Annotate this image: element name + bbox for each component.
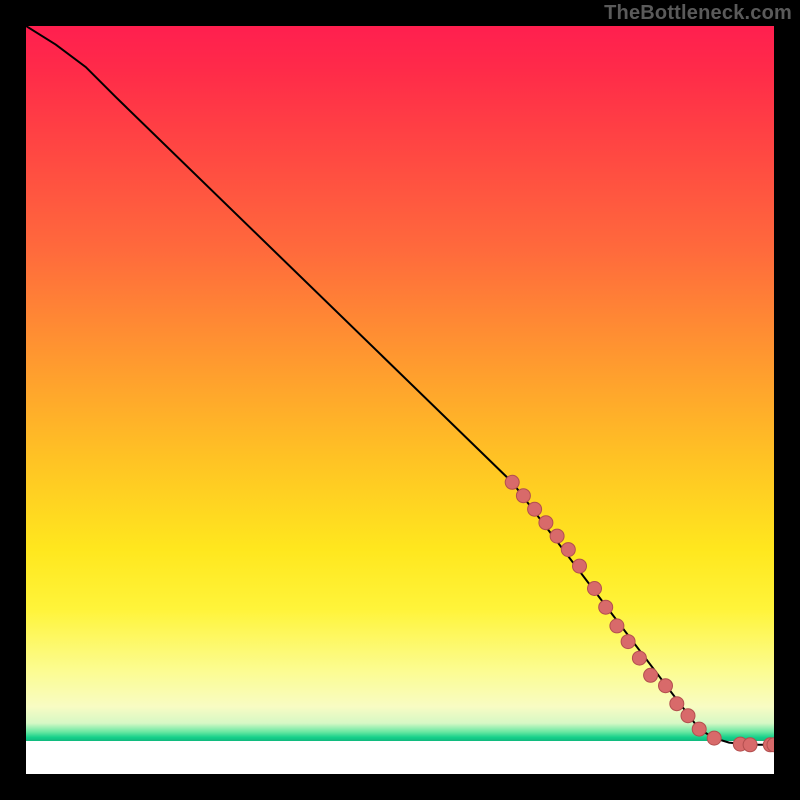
data-marker	[550, 529, 564, 543]
marker-group	[505, 475, 774, 752]
chart-frame: TheBottleneck.com	[0, 0, 800, 800]
data-marker	[516, 489, 530, 503]
data-marker	[588, 582, 602, 596]
data-marker	[505, 475, 519, 489]
data-marker	[659, 679, 673, 693]
data-marker	[644, 668, 658, 682]
data-marker	[681, 709, 695, 723]
data-marker	[528, 502, 542, 516]
watermark-text: TheBottleneck.com	[604, 2, 792, 25]
bottleneck-curve	[26, 26, 774, 745]
data-marker	[610, 619, 624, 633]
data-marker	[632, 651, 646, 665]
plot-area	[26, 26, 774, 774]
data-marker	[539, 516, 553, 530]
data-marker	[621, 635, 635, 649]
data-marker	[692, 722, 706, 736]
data-marker	[743, 738, 757, 752]
data-marker	[561, 543, 575, 557]
data-marker	[670, 697, 684, 711]
curve-svg	[26, 26, 774, 774]
data-marker	[573, 559, 587, 573]
data-marker	[599, 600, 613, 614]
data-marker	[707, 731, 721, 745]
